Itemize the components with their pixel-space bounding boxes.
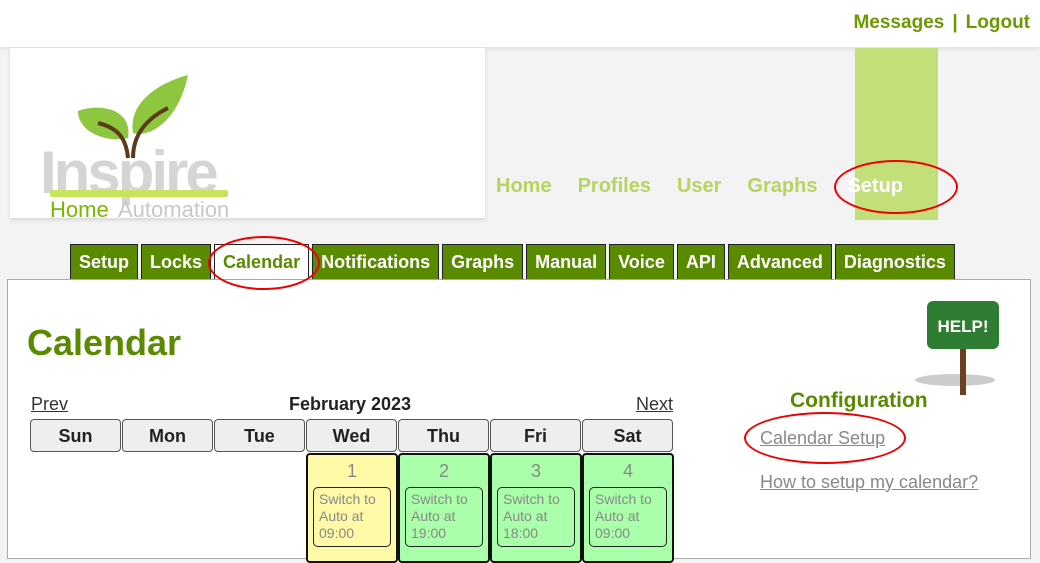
weekday-header: Wed — [306, 419, 397, 452]
top-links: Messages | Logout — [853, 12, 1030, 34]
tab-voice[interactable]: Voice — [609, 244, 674, 280]
nav-setup[interactable]: Setup — [847, 175, 903, 198]
calendar-day[interactable]: 1 Switch to Auto at 09:00 — [306, 453, 398, 563]
calendar-day[interactable]: 3 Switch to Auto at 18:00 — [490, 453, 582, 563]
svg-text:Home: Home — [50, 197, 109, 218]
tab-manual[interactable]: Manual — [526, 244, 607, 280]
separator: | — [952, 12, 958, 33]
tab-notifications[interactable]: Notifications — [312, 244, 440, 280]
page-title: Calendar — [27, 322, 182, 363]
configuration-heading: Configuration — [790, 389, 928, 412]
calendar-event[interactable]: Switch to Auto at 18:00 — [497, 487, 575, 547]
setup-tabs: Setup Locks Calendar Notifications Graph… — [70, 244, 955, 280]
calendar-setup-link[interactable]: Calendar Setup — [760, 428, 885, 449]
nav-profiles[interactable]: Profiles — [578, 175, 651, 198]
svg-text:Automation: Automation — [118, 197, 229, 218]
weekday-header: Sat — [582, 419, 673, 452]
svg-text:HELP!: HELP! — [938, 317, 989, 336]
tab-api[interactable]: API — [676, 244, 725, 280]
weekday-header: Sun — [30, 419, 121, 452]
howto-link[interactable]: How to setup my calendar? — [760, 472, 978, 493]
inspire-logo[interactable]: Inspire Home Automation — [38, 63, 238, 218]
month-label: February 2023 — [289, 394, 412, 414]
nav-user[interactable]: User — [677, 175, 721, 198]
day-number: 2 — [438, 461, 449, 481]
calendar-event[interactable]: Switch to Auto at 09:00 — [589, 487, 667, 547]
help-sign-icon[interactable]: HELP! — [905, 298, 1000, 398]
day-number: 3 — [530, 461, 541, 481]
top-bar: Messages | Logout — [0, 0, 1040, 47]
nav-home[interactable]: Home — [496, 175, 552, 198]
day-number: 1 — [346, 461, 357, 481]
tab-diagnostics[interactable]: Diagnostics — [834, 244, 955, 280]
calendar-event[interactable]: Switch to Auto at 19:00 — [405, 487, 483, 547]
weekday-header: Fri — [490, 419, 581, 452]
messages-link[interactable]: Messages — [853, 12, 944, 33]
weekday-header: Tue — [214, 419, 305, 452]
tab-setup[interactable]: Setup — [70, 244, 139, 280]
header-logo-box: Inspire Home Automation — [10, 48, 485, 218]
nav-graphs[interactable]: Graphs — [747, 175, 817, 198]
logout-link[interactable]: Logout — [966, 12, 1030, 33]
next-month-link[interactable]: Next — [636, 394, 673, 415]
tab-advanced[interactable]: Advanced — [727, 244, 832, 280]
weekday-header: Thu — [398, 419, 489, 452]
weekday-header: Mon — [122, 419, 213, 452]
calendar-day[interactable]: 2 Switch to Auto at 19:00 — [398, 453, 490, 563]
tab-graphs[interactable]: Graphs — [442, 244, 524, 280]
calendar-day[interactable]: 4 Switch to Auto at 09:00 — [582, 453, 674, 563]
day-number: 4 — [622, 461, 633, 481]
main-nav: Home Profiles User Graphs Setup — [496, 175, 903, 198]
tab-locks[interactable]: Locks — [141, 244, 212, 280]
tab-calendar[interactable]: Calendar — [214, 244, 310, 280]
prev-month-link[interactable]: Prev — [31, 394, 68, 415]
calendar-event[interactable]: Switch to Auto at 09:00 — [313, 487, 391, 547]
